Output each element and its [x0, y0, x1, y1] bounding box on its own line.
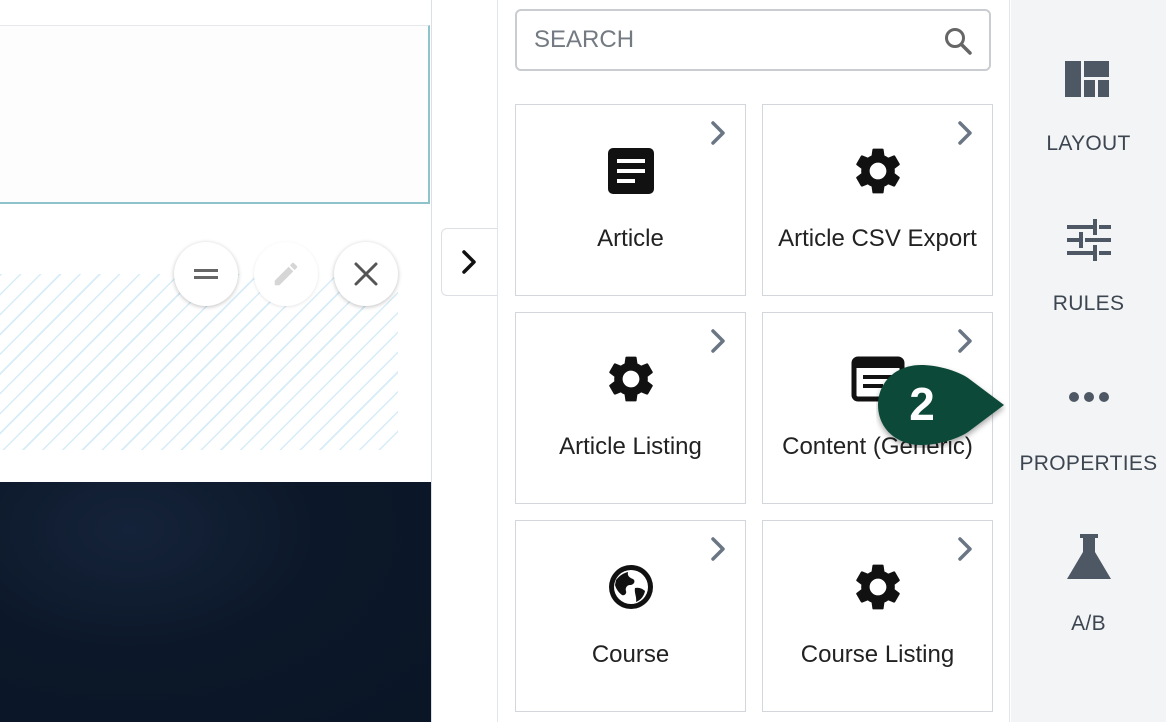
chevron-right-icon: [958, 121, 972, 145]
component-tile-article[interactable]: Article: [515, 104, 746, 296]
tab-label: RULES: [1052, 292, 1125, 315]
component-label: Article CSV Export: [778, 225, 977, 252]
tab-label: A/B: [1071, 612, 1106, 635]
callout-number: 2: [909, 378, 935, 430]
tab-layout[interactable]: LAYOUT: [1011, 10, 1166, 155]
component-label: Course Listing: [800, 641, 955, 668]
search-input[interactable]: [517, 11, 989, 69]
gear-icon: [608, 356, 653, 402]
components-panel: Article Article CSV Export Article Listi…: [497, 0, 1010, 722]
right-tab-bar: LAYOUT RULES PROPERTIES A/B: [1011, 0, 1166, 722]
search-field: [515, 9, 991, 71]
gear-icon: [855, 564, 900, 610]
tab-label: PROPERTIES: [1019, 452, 1158, 475]
chevron-right-icon: [711, 329, 725, 353]
chevron-right-icon: [711, 537, 725, 561]
tab-properties[interactable]: PROPERTIES: [1011, 330, 1166, 475]
tab-rules[interactable]: RULES: [1011, 170, 1166, 315]
component-tile-course-listing[interactable]: Course Listing: [762, 520, 993, 712]
chevron-right-icon: [958, 537, 972, 561]
component-tile-course[interactable]: Course: [515, 520, 746, 712]
sliders-icon: [1066, 219, 1111, 261]
more-horizontal-icon: [1068, 392, 1109, 402]
component-tile-article-csv-export[interactable]: Article CSV Export: [762, 104, 993, 296]
remove-button[interactable]: [334, 242, 398, 306]
drag-handle-icon: [194, 269, 218, 279]
globe-icon: [608, 565, 653, 609]
component-label: Article Listing: [559, 433, 702, 460]
page-canvas: [0, 0, 432, 722]
chevron-right-icon: [711, 121, 725, 145]
search-icon[interactable]: [943, 26, 973, 56]
drag-handle-button[interactable]: [174, 242, 238, 306]
tab-ab-testing[interactable]: A/B: [1011, 490, 1166, 635]
close-icon: [354, 262, 378, 286]
collapse-panel-button[interactable]: [441, 228, 501, 296]
edit-button[interactable]: [254, 242, 318, 306]
selected-content-block[interactable]: [0, 25, 430, 204]
edit-pencil-icon: [274, 262, 298, 286]
flask-icon: [1066, 534, 1111, 579]
article-icon: [607, 148, 654, 194]
chevron-right-icon: [958, 329, 972, 353]
tab-label: LAYOUT: [1046, 132, 1131, 155]
chevron-right-icon: [462, 250, 476, 274]
dark-hero-section[interactable]: [0, 482, 431, 722]
component-tile-article-listing[interactable]: Article Listing: [515, 312, 746, 504]
page-builder: Article Article CSV Export Article Listi…: [0, 0, 1166, 722]
layout-icon: [1064, 61, 1109, 97]
component-label: Article: [597, 225, 664, 252]
gear-icon: [855, 148, 900, 194]
component-label: Course: [591, 641, 670, 668]
